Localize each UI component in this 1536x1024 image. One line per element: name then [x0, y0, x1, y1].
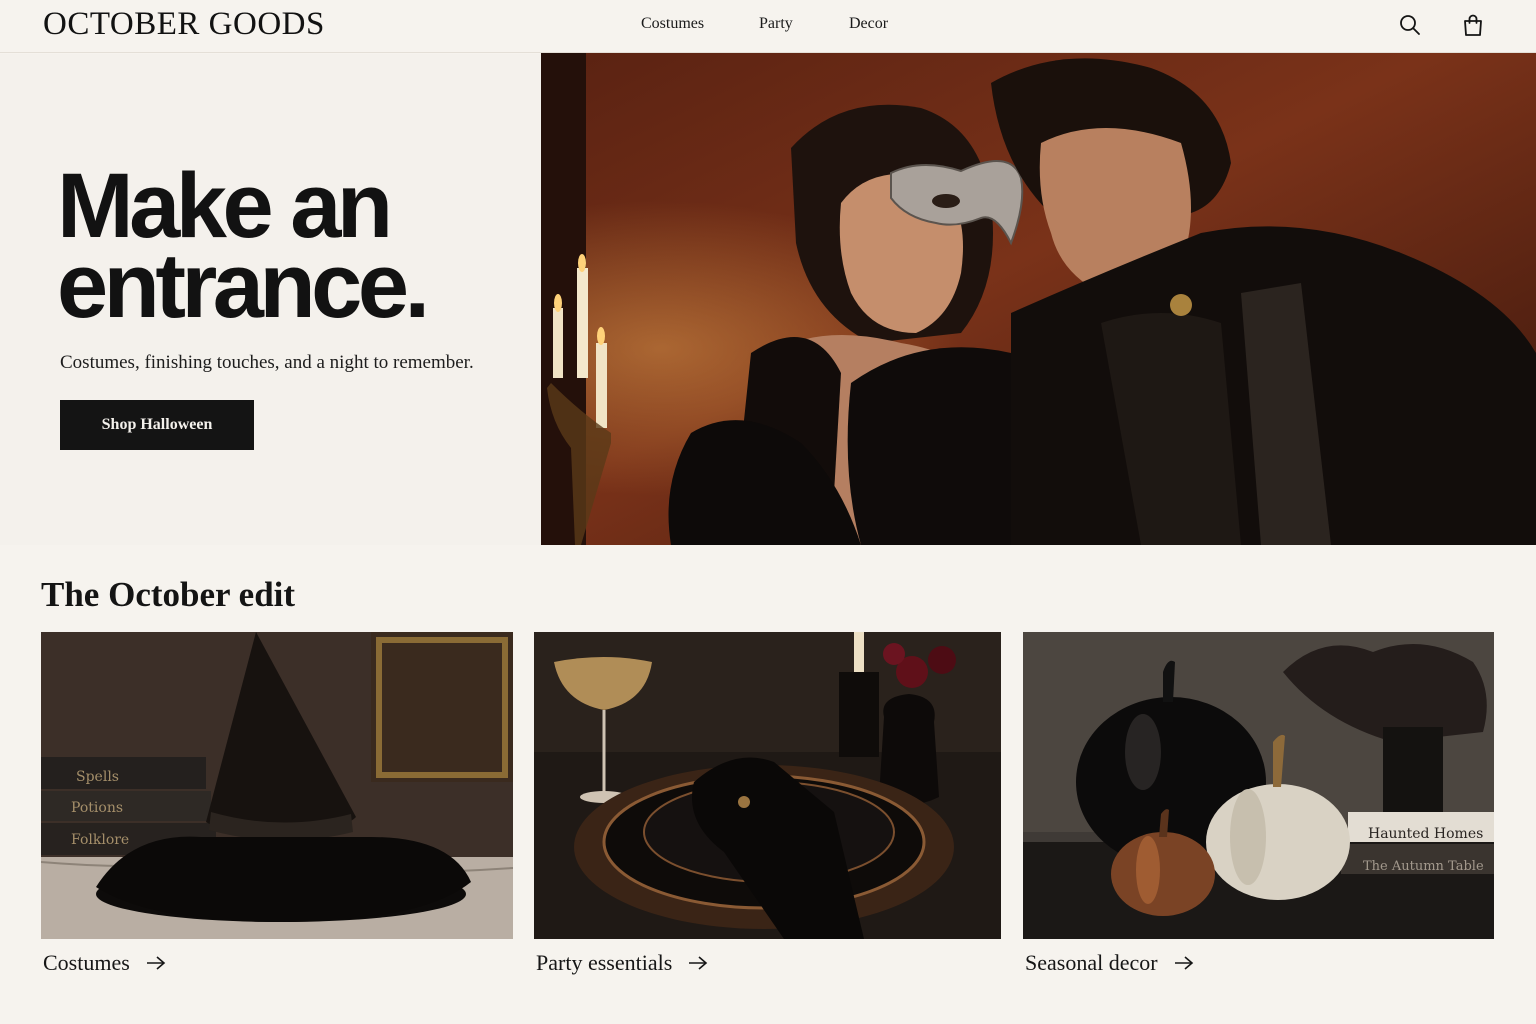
card-label-costumes[interactable]: Costumes: [43, 950, 166, 976]
card-title-seasonal-decor: Seasonal decor: [1025, 950, 1158, 975]
card-label-party-essentials[interactable]: Party essentials: [536, 950, 708, 976]
book-spine-potions: Potions: [71, 800, 123, 816]
hero-title: Make an entrance.: [57, 160, 527, 332]
category-card-costumes[interactable]: Spells Potions Folklore Costumes: [41, 632, 513, 975]
shopping-bag-icon[interactable]: [1461, 13, 1485, 37]
hero-subtitle: Costumes, finishing touches, and a night…: [60, 352, 474, 373]
site-header: OCTOBER GOODS Costumes Party Decor: [0, 0, 1536, 53]
shop-halloween-button[interactable]: Shop Halloween: [60, 400, 254, 450]
section-title: The October edit: [41, 575, 296, 614]
category-card-party-essentials[interactable]: Party essentials: [534, 632, 1001, 975]
card-title-costumes: Costumes: [43, 950, 130, 975]
hero-title-line-2: entrance.: [57, 235, 430, 337]
arrow-right-icon: [689, 956, 708, 970]
book-spine-folklore: Folklore: [71, 832, 129, 848]
party-essentials-image: [534, 632, 1001, 939]
nav-item-decor[interactable]: Decor: [849, 15, 888, 33]
arrow-right-icon: [146, 956, 166, 970]
costumes-image: Spells Potions Folklore: [41, 632, 513, 939]
book-spine-spells: Spells: [76, 769, 119, 785]
book-spine-haunted-homes: Haunted Homes: [1368, 826, 1483, 842]
card-label-seasonal-decor[interactable]: Seasonal decor: [1025, 950, 1194, 976]
search-icon[interactable]: [1398, 13, 1422, 37]
nav-item-party[interactable]: Party: [759, 15, 793, 33]
card-title-party-essentials: Party essentials: [536, 950, 673, 975]
hero-image[interactable]: [541, 53, 1536, 545]
category-card-seasonal-decor[interactable]: Haunted Homes The Autumn Table Seasonal …: [1023, 632, 1494, 975]
hero-panel: Make an entrance. Costumes, finishing to…: [0, 54, 541, 545]
arrow-right-icon: [1174, 956, 1193, 970]
seasonal-decor-image: Haunted Homes The Autumn Table: [1023, 632, 1494, 939]
main-nav: Costumes Party Decor: [0, 15, 1536, 39]
book-spine-the-autumn-table: The Autumn Table: [1363, 859, 1484, 874]
nav-item-costumes[interactable]: Costumes: [641, 15, 704, 33]
